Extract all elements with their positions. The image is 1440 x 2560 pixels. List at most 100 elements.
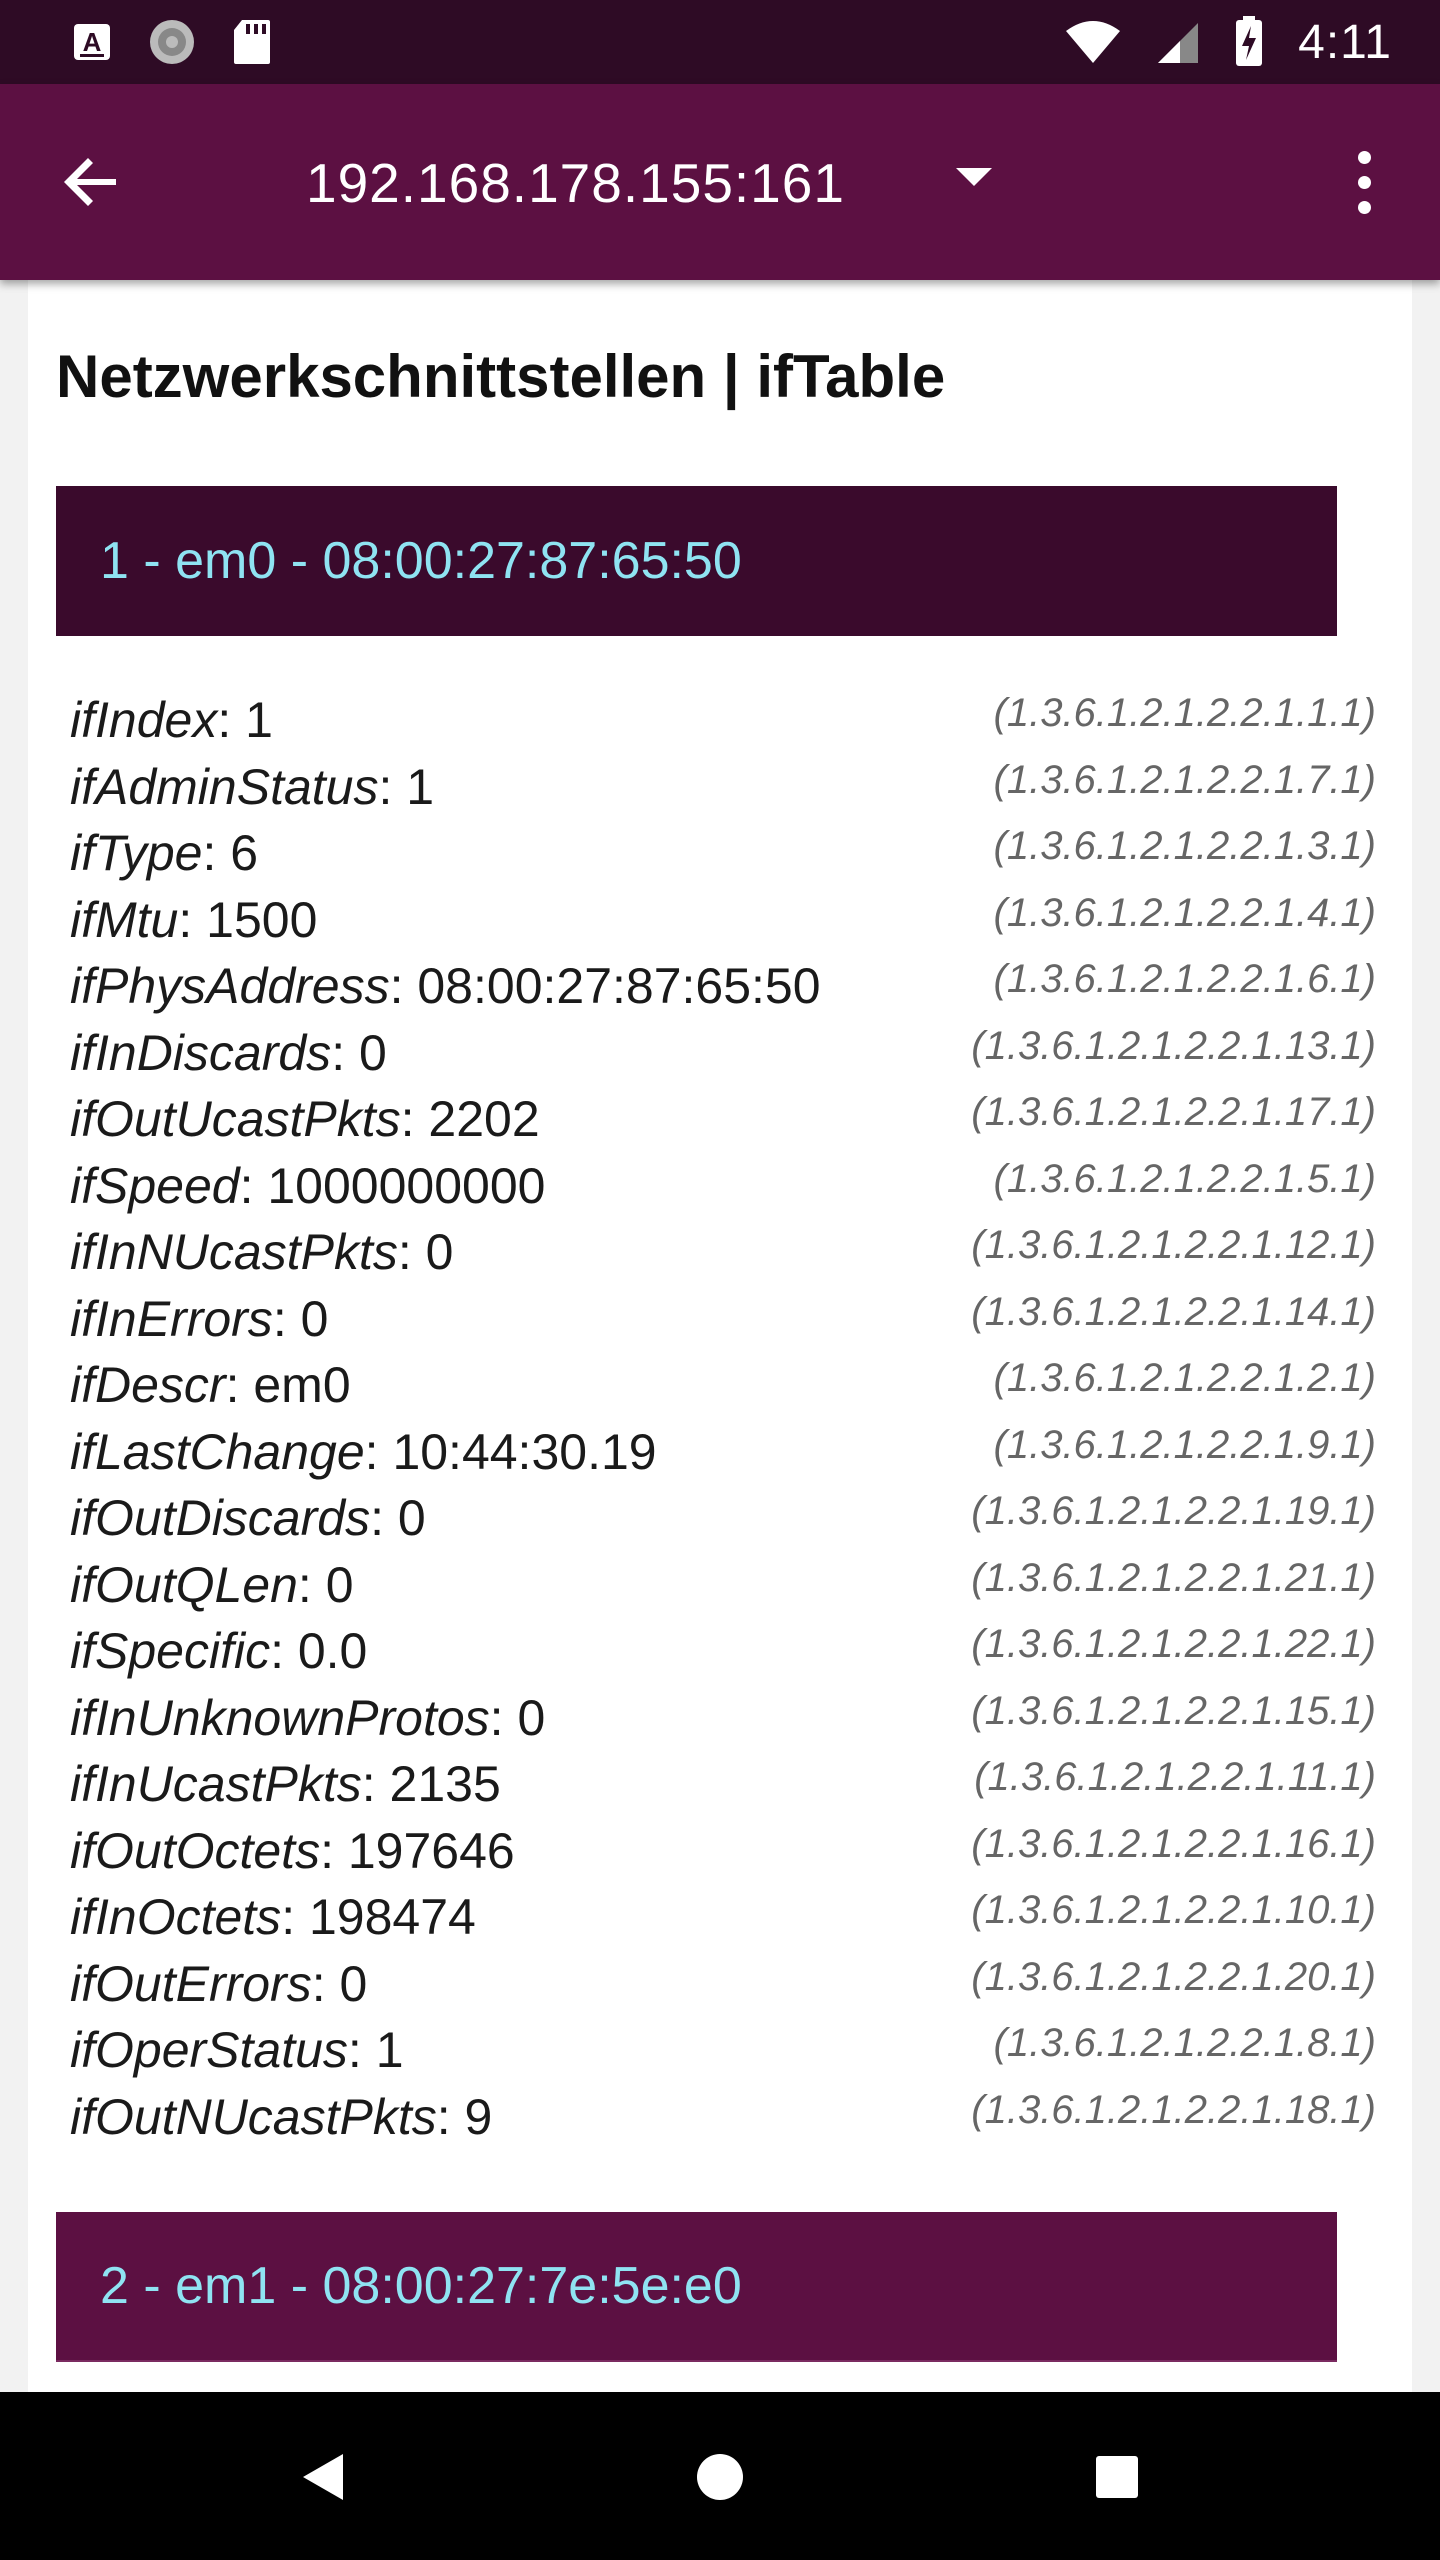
property-name: ifInUnknownProtos [70, 1689, 490, 1746]
property-name: ifOutQLen [70, 1556, 298, 1613]
property-oid: (1.3.6.1.2.1.2.2.1.5.1) [993, 1156, 1376, 1201]
nav-recents-button[interactable] [1082, 2442, 1152, 2512]
interface-header-1[interactable]: 1 - em0 - 08:00:27:87:65:50 [56, 486, 1337, 636]
arrow-back-icon [64, 158, 116, 206]
property-oid: (1.3.6.1.2.1.2.2.1.6.1) [993, 957, 1376, 1001]
property-value: : 0 [311, 1955, 368, 2012]
property-text: ifInErrors: 0 [70, 1290, 328, 1348]
back-triangle-icon [303, 2454, 343, 2500]
page-title: Netzwerkschnittstellen | ifTable [56, 343, 946, 410]
property-row: ifSpecific: 0.0 (1.3.6.1.2.1.2.2.1.22.1) [70, 1618, 1376, 1685]
property-row: ifInUnknownProtos: 0 (1.3.6.1.2.1.2.2.1.1… [70, 1685, 1376, 1752]
property-text: ifSpecific: 0.0 [70, 1622, 367, 1680]
nav-back-button[interactable] [288, 2442, 358, 2512]
property-name: ifOutNUcastPkts [70, 2088, 437, 2145]
property-value: : 197646 [320, 1822, 515, 1879]
status-time: 4:11 [1298, 15, 1392, 69]
battery-charging-icon [1234, 16, 1264, 68]
property-oid: (1.3.6.1.2.1.2.2.1.14.1) [971, 1289, 1376, 1334]
property-oid: (1.3.6.1.2.1.2.2.1.4.1) [993, 890, 1376, 935]
property-oid: (1.3.6.1.2.1.2.2.1.1.1) [993, 691, 1376, 735]
property-text: ifLastChange: 10:44:30.19 [70, 1423, 657, 1481]
property-value: : 2135 [361, 1756, 501, 1813]
property-oid: (1.3.6.1.2.1.2.2.1.21.1) [971, 1555, 1376, 1600]
host-dropdown[interactable]: 192.168.178.155:161 [306, 138, 1026, 228]
property-name: ifSpecific [70, 1623, 271, 1680]
property-oid: (1.3.6.1.2.1.2.2.1.20.1) [971, 1954, 1376, 1999]
home-circle-icon [697, 2454, 743, 2500]
property-text: ifOutErrors: 0 [70, 1955, 367, 2013]
property-text: ifOutUcastPkts: 2202 [70, 1090, 540, 1148]
property-name: ifType [70, 825, 203, 882]
property-oid: (1.3.6.1.2.1.2.2.1.11.1) [974, 1755, 1376, 1799]
property-text: ifAdminStatus: 1 [70, 758, 434, 816]
property-value: : 9 [436, 2088, 493, 2145]
property-text: ifOutDiscards: 0 [70, 1489, 426, 1547]
property-name: ifInNUcastPkts [70, 1224, 398, 1281]
property-name: ifDescr [70, 1357, 226, 1414]
property-oid: (1.3.6.1.2.1.2.2.1.3.1) [993, 824, 1376, 868]
overflow-dot-icon [1357, 150, 1371, 164]
property-oid: (1.3.6.1.2.1.2.2.1.17.1) [971, 1090, 1376, 1134]
property-oid: (1.3.6.1.2.1.2.2.1.12.1) [971, 1223, 1376, 1267]
svg-text:A: A [83, 27, 102, 57]
property-oid: (1.3.6.1.2.1.2.2.1.8.1) [993, 2021, 1376, 2065]
property-text: ifInDiscards: 0 [70, 1024, 387, 1082]
property-text: ifOperStatus: 1 [70, 2021, 404, 2079]
property-value: : 2202 [400, 1091, 540, 1148]
property-oid: (1.3.6.1.2.1.2.2.1.9.1) [993, 1422, 1376, 1467]
property-value: : 1500 [178, 891, 318, 948]
interface-properties: ifIndex: 1 (1.3.6.1.2.1.2.2.1.1.1) ifAdmin… [70, 687, 1376, 2150]
wifi-icon [1064, 19, 1122, 65]
overflow-menu-button[interactable] [1336, 142, 1392, 222]
app-bar: 192.168.178.155:161 [0, 84, 1440, 280]
sync-icon [146, 16, 198, 68]
property-row: ifOperStatus: 1 (1.3.6.1.2.1.2.2.1.8.1) [70, 2017, 1376, 2084]
property-name: ifPhysAddress [70, 958, 390, 1015]
property-value: : 10:44:30.19 [364, 1423, 657, 1480]
property-oid: (1.3.6.1.2.1.2.2.1.18.1) [971, 2087, 1376, 2132]
property-text: ifOutNUcastPkts: 9 [70, 2088, 492, 2146]
property-text: ifIndex: 1 [70, 691, 273, 749]
property-row: ifLastChange: 10:44:30.19 (1.3.6.1.2.1.2.… [70, 1419, 1376, 1486]
interface-header-2[interactable]: 2 - em1 - 08:00:27:7e:5e:e0 [56, 2212, 1337, 2362]
overflow-dot-icon [1357, 200, 1371, 214]
property-name: ifOutDiscards [70, 1490, 371, 1547]
nav-home-button[interactable] [685, 2442, 755, 2512]
property-row: ifOutOctets: 197646 (1.3.6.1.2.1.2.2.1.16… [70, 1818, 1376, 1885]
property-value: : em0 [225, 1357, 351, 1414]
property-row: ifInUcastPkts: 2135 (1.3.6.1.2.1.2.2.1.11… [70, 1751, 1376, 1818]
property-name: ifOperStatus [70, 2022, 348, 2079]
property-name: ifIndex [70, 692, 218, 749]
property-name: ifMtu [70, 891, 179, 948]
property-row: ifPhysAddress: 08:00:27:87:65:50 (1.3.6.1… [70, 953, 1376, 1020]
property-row: ifType: 6 (1.3.6.1.2.1.2.2.1.3.1) [70, 820, 1376, 887]
overflow-dot-icon [1357, 175, 1371, 189]
sd-card-icon [232, 18, 272, 66]
property-oid: (1.3.6.1.2.1.2.2.1.2.1) [993, 1356, 1376, 1400]
property-name: ifSpeed [70, 1157, 240, 1214]
property-row: ifOutErrors: 0 (1.3.6.1.2.1.2.2.1.20.1) [70, 1951, 1376, 2018]
property-value: : 0 [272, 1290, 329, 1347]
property-text: ifType: 6 [70, 824, 258, 882]
property-text: ifDescr: em0 [70, 1356, 351, 1414]
property-value: : 198474 [281, 1889, 476, 1946]
property-oid: (1.3.6.1.2.1.2.2.1.16.1) [971, 1821, 1376, 1866]
property-name: ifOutErrors [70, 1955, 312, 2012]
a-notification-icon: A [72, 22, 112, 62]
property-value: : 1 [217, 692, 273, 749]
property-value: : 6 [202, 825, 259, 882]
property-row: ifInNUcastPkts: 0 (1.3.6.1.2.1.2.2.1.12.1… [70, 1219, 1376, 1286]
property-text: ifInUnknownProtos: 0 [70, 1689, 545, 1747]
dropdown-arrow-icon [956, 168, 992, 186]
property-oid: (1.3.6.1.2.1.2.2.1.15.1) [971, 1688, 1376, 1733]
property-text: ifInNUcastPkts: 0 [70, 1223, 453, 1281]
property-row: ifOutNUcastPkts: 9 (1.3.6.1.2.1.2.2.1.18.… [70, 2084, 1376, 2151]
back-button[interactable] [52, 142, 132, 222]
property-value: : 0 [489, 1689, 546, 1746]
property-row: ifAdminStatus: 1 (1.3.6.1.2.1.2.2.1.7.1) [70, 754, 1376, 821]
property-value: : 0.0 [270, 1623, 368, 1680]
property-value: : 1 [378, 758, 435, 815]
property-name: ifInDiscards [70, 1024, 332, 1081]
property-row: ifSpeed: 1000000000 (1.3.6.1.2.1.2.2.1.5.… [70, 1153, 1376, 1220]
